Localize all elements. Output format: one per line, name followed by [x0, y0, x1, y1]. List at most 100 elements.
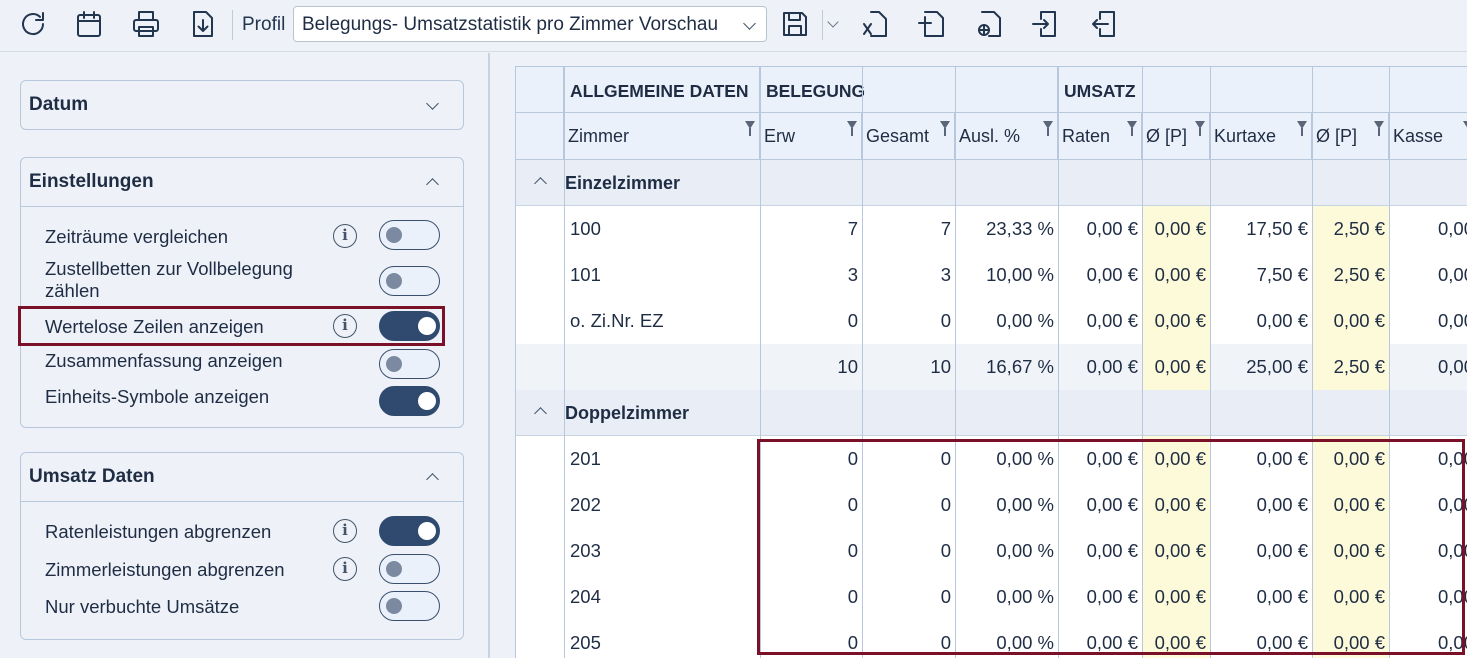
column-header-raten[interactable]: Raten: [1058, 113, 1142, 160]
column-header-avg-raten[interactable]: Ø [P]: [1142, 113, 1210, 160]
toggle-einheits-symbole[interactable]: [379, 386, 440, 416]
summary-row[interactable]: 10 10 16,67 % 0,00 €0,00 € 25,00 €2,50 € 0,00: [516, 344, 1467, 390]
table-cell: 7: [847, 218, 858, 239]
import-icon[interactable]: [1028, 6, 1064, 42]
print-icon[interactable]: [128, 6, 164, 42]
group-header-belegung: BELEGUNG: [760, 67, 1058, 113]
column-header-kurtaxe[interactable]: Kurtaxe: [1210, 113, 1312, 160]
export-icon[interactable]: [1085, 6, 1121, 42]
filter-icon[interactable]: [1463, 121, 1467, 129]
chevron-up-icon: [426, 473, 439, 486]
calendar-icon[interactable]: [71, 6, 107, 42]
profil-label: Profil: [242, 14, 286, 35]
setting-label: Ratenleistungen abgrenzen: [45, 521, 272, 542]
setting-label: Einheits-Symbole anzeigen: [45, 386, 270, 407]
setting-label: Zusammenfassung anzeigen: [45, 350, 283, 371]
table-cell: 16,67 %: [986, 356, 1054, 377]
filter-icon[interactable]: [847, 121, 857, 136]
table-cell: 201: [570, 448, 601, 469]
toggle-zeitraeume-vergleichen[interactable]: [379, 220, 440, 250]
einstellungen-card: Einstellungen Zeiträume vergleichen i Zu…: [20, 157, 464, 428]
info-icon[interactable]: i: [333, 519, 357, 543]
column-header-ausl[interactable]: Ausl. %: [955, 113, 1058, 160]
column-label: Ausl. %: [959, 126, 1021, 146]
table-cell: 25,00 €: [1246, 356, 1308, 377]
table-cell: 2,50 €: [1312, 252, 1389, 298]
save-icon[interactable]: [777, 6, 813, 42]
table-cell: 0,00 €: [1086, 264, 1138, 285]
filter-icon[interactable]: [940, 121, 950, 136]
table-cell: 205: [570, 632, 601, 653]
table-cell: 0,00 €: [1142, 344, 1210, 390]
column-label: Ø [P]: [1146, 126, 1188, 146]
datum-title: Datum: [29, 94, 89, 115]
toggle-zustellbetten[interactable]: [379, 266, 440, 296]
collapse-chevron-icon[interactable]: [534, 407, 547, 420]
column-divider: [564, 67, 565, 658]
refresh-icon[interactable]: [15, 6, 51, 42]
column-header-erw[interactable]: Erw: [760, 113, 862, 160]
group-header-umsatz: UMSATZ: [1058, 67, 1467, 113]
info-icon[interactable]: i: [333, 557, 357, 581]
filter-icon[interactable]: [745, 121, 755, 136]
table-cell: 7: [940, 218, 951, 239]
filter-icon[interactable]: [1127, 121, 1137, 136]
table-cell: 3: [847, 264, 858, 285]
filter-icon[interactable]: [1297, 121, 1307, 136]
table-row[interactable]: 100 7 7 23,33 % 0,00 €0,00 € 17,50 €2,50 € 0,0…: [516, 206, 1467, 252]
column-label: Zimmer: [568, 126, 629, 146]
toggle-zusammenfassung[interactable]: [379, 349, 440, 379]
section-header[interactable]: Einzelzimmer: [516, 160, 1467, 206]
filter-icon[interactable]: [1195, 121, 1205, 136]
umsatz-daten-header[interactable]: Umsatz Daten: [21, 453, 463, 501]
table-cell: 10: [930, 356, 951, 377]
table-cell: 0,00: [1437, 264, 1467, 285]
column-header-kasse[interactable]: Kasse: [1389, 113, 1467, 160]
chevron-down-icon: [426, 96, 439, 110]
collapse-chevron-icon[interactable]: [534, 177, 547, 190]
table-cell: 203: [570, 540, 601, 561]
download-icon[interactable]: [185, 6, 221, 42]
toggle-nur-verbuchte[interactable]: [379, 591, 440, 621]
einstellungen-title: Einstellungen: [29, 171, 154, 192]
toggle-knob: [386, 356, 402, 372]
toggle-zimmerleistungen[interactable]: [379, 554, 440, 584]
save-options-chevron-icon[interactable]: [827, 16, 839, 28]
section-header[interactable]: Doppelzimmer: [516, 390, 1467, 436]
einstellungen-header[interactable]: Einstellungen: [21, 158, 463, 206]
table-cell: o. Zi.Nr. EZ: [570, 310, 664, 331]
filter-icon[interactable]: [1374, 121, 1384, 136]
column-label: Kurtaxe: [1214, 126, 1277, 146]
card-divider: [21, 501, 463, 502]
file-settings-icon[interactable]: [971, 6, 1007, 42]
table-row[interactable]: o. Zi.Nr. EZ 0 0 0,00 % 0,00 €0,00 €0,00 €0,…: [516, 298, 1467, 344]
add-file-icon[interactable]: [914, 6, 950, 42]
table-cell: 0,00 %: [996, 310, 1054, 331]
section-title: Doppelzimmer: [565, 403, 690, 423]
toggle-knob: [386, 598, 402, 614]
datum-card: Datum: [20, 80, 464, 130]
export-excel-icon[interactable]: [857, 6, 893, 42]
profil-select[interactable]: Belegungs- Umsatzstatistik pro Zimmer Vo…: [293, 6, 767, 42]
table-cell: 10,00 %: [986, 264, 1054, 285]
table-cell: 0,00 €: [1142, 252, 1210, 298]
table-cell: 100: [570, 218, 601, 239]
settings-panel: Datum Einstellungen Zeiträume vergleiche…: [0, 53, 490, 658]
umsatz-daten-card: Umsatz Daten Ratenleistungen abgrenzen i…: [20, 452, 464, 640]
toggle-knob: [386, 273, 402, 289]
table-cell: 7,50 €: [1256, 264, 1308, 285]
info-icon[interactable]: i: [333, 224, 357, 248]
table-cell: 0: [940, 310, 951, 331]
column-header-gesamt[interactable]: Gesamt: [862, 113, 955, 160]
table-row[interactable]: 101 3 3 10,00 % 0,00 €0,00 € 7,50 €2,50 € 0,00: [516, 252, 1467, 298]
filter-icon[interactable]: [1043, 121, 1053, 136]
table-cell: 0,00: [1437, 218, 1467, 239]
setting-label: Zimmerleistungen abgrenzen: [45, 559, 285, 580]
toggle-ratenleistungen[interactable]: [379, 516, 440, 546]
column-header-zimmer[interactable]: Zimmer: [564, 113, 760, 160]
table-cell: 10: [837, 356, 858, 377]
column-label: Raten: [1062, 126, 1111, 146]
toggle-knob: [386, 227, 402, 243]
datum-header[interactable]: Datum: [21, 81, 463, 129]
column-header-avg-kurtaxe[interactable]: Ø [P]: [1312, 113, 1389, 160]
